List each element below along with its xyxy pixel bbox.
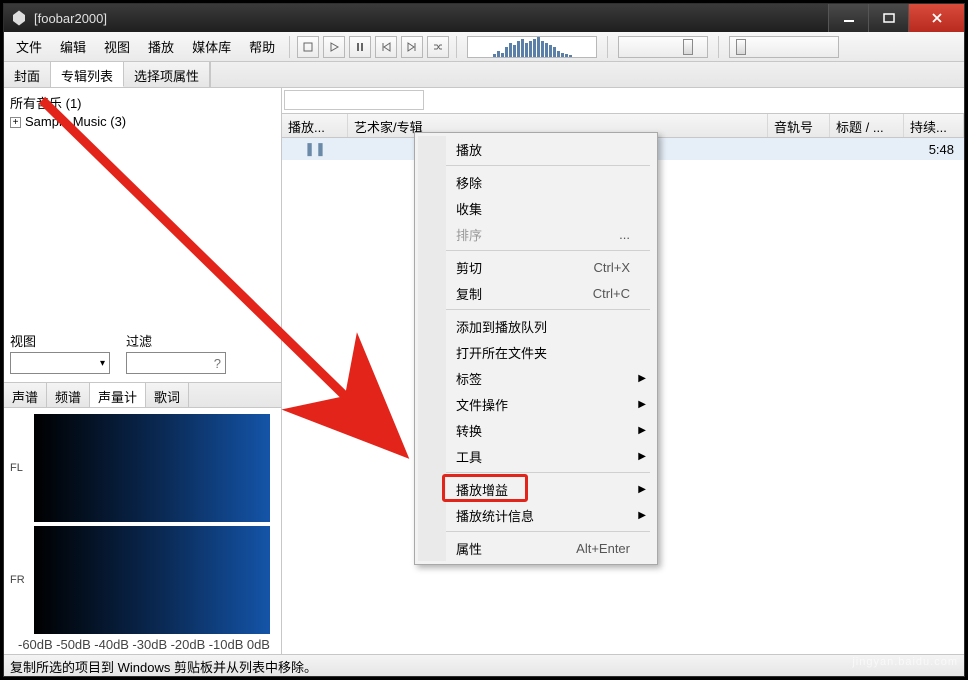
menu-help[interactable]: 帮助	[241, 33, 283, 60]
ctx-移除[interactable]: 移除	[446, 169, 654, 195]
playlist-search-row	[282, 88, 964, 114]
ctx-标签[interactable]: 标签▶	[446, 365, 654, 391]
menu-playback[interactable]: 播放	[140, 33, 182, 60]
filter-input[interactable]	[126, 352, 226, 374]
ctx-播放[interactable]: 播放	[446, 136, 654, 162]
menubar: 文件 编辑 视图 播放 媒体库 帮助	[4, 32, 964, 62]
ctx-属性[interactable]: 属性Alt+Enter	[446, 535, 654, 561]
volume-slider[interactable]	[729, 36, 839, 58]
tab-album-list[interactable]: 专辑列表	[51, 62, 124, 87]
col-duration[interactable]: 持续...	[904, 114, 964, 137]
ltab-vumeter[interactable]: 声量计	[90, 383, 146, 407]
ctx-添加到播放队列[interactable]: 添加到播放队列	[446, 313, 654, 339]
watermark: Baidu 经验 jingyan.baidu.com	[852, 637, 958, 668]
row-duration: 5:48	[904, 139, 964, 160]
context-menu: 播放移除收集排序... 剪切Ctrl+X复制Ctrl+C 添加到播放队列打开所在文件…	[414, 132, 658, 565]
play-button[interactable]	[323, 36, 345, 58]
ctx-工具[interactable]: 工具▶	[446, 443, 654, 469]
vu-fl-meter	[34, 414, 270, 522]
prev-button[interactable]	[375, 36, 397, 58]
menu-view[interactable]: 视图	[96, 33, 138, 60]
col-track[interactable]: 音轨号	[768, 114, 830, 137]
view-combo[interactable]: ▾	[10, 352, 110, 374]
tab-cover[interactable]: 封面	[4, 62, 51, 87]
window-buttons	[828, 4, 964, 32]
filter-label: 过滤	[126, 331, 226, 350]
ctx-文件操作[interactable]: 文件操作▶	[446, 391, 654, 417]
ctx-转换[interactable]: 转换▶	[446, 417, 654, 443]
menu-library[interactable]: 媒体库	[184, 33, 239, 60]
vu-fl-label: FL	[10, 462, 23, 474]
menu-file[interactable]: 文件	[8, 33, 50, 60]
menu-edit[interactable]: 编辑	[52, 33, 94, 60]
statusbar: 复制所选的项目到 Windows 剪贴板并从列表中移除。	[4, 654, 964, 676]
ltab-spectrogram[interactable]: 声谱	[4, 383, 47, 407]
ctx-剪切[interactable]: 剪切Ctrl+X	[446, 254, 654, 280]
ctx-播放增益[interactable]: 播放增益▶	[446, 476, 654, 502]
view-filter-row: 视图 ▾ 过滤	[4, 327, 281, 382]
pause-icon: ❚❚	[304, 141, 326, 157]
ctx-打开所在文件夹[interactable]: 打开所在文件夹	[446, 339, 654, 365]
view-label: 视图	[10, 331, 110, 350]
ctx-播放统计信息[interactable]: 播放统计信息▶	[446, 502, 654, 528]
vu-fr-meter	[34, 526, 270, 634]
playlist-search-input[interactable]	[284, 90, 424, 110]
top-tabs: 封面 专辑列表 选择项属性	[4, 62, 964, 88]
col-title[interactable]: 标题 / ...	[830, 114, 904, 137]
expand-icon[interactable]: +	[10, 117, 21, 128]
minimize-button[interactable]	[828, 4, 868, 32]
tab-properties[interactable]: 选择项属性	[124, 62, 210, 87]
ctx-排序: 排序...	[446, 221, 654, 247]
chevron-down-icon: ▾	[100, 358, 105, 369]
db-scale: -60dB -50dB -40dB -30dB -20dB -10dB 0dB	[18, 637, 270, 652]
window-title: [foobar2000]	[34, 11, 828, 26]
col-play[interactable]: 播放...	[282, 114, 348, 137]
left-pane: 所有音乐 (1) +Sample Music (3) 视图 ▾ 过滤 声谱 频谱…	[4, 88, 282, 654]
ctx-复制[interactable]: 复制Ctrl+C	[446, 280, 654, 306]
submenu-arrow-icon: ▶	[638, 510, 646, 521]
close-button[interactable]	[908, 4, 964, 32]
submenu-arrow-icon: ▶	[638, 373, 646, 384]
visualizer[interactable]	[467, 36, 597, 58]
stop-button[interactable]	[297, 36, 319, 58]
seek-slider[interactable]	[618, 36, 708, 58]
titlebar: [foobar2000]	[4, 4, 964, 32]
submenu-arrow-icon: ▶	[638, 425, 646, 436]
random-button[interactable]	[427, 36, 449, 58]
pause-button[interactable]	[349, 36, 371, 58]
submenu-arrow-icon: ▶	[638, 484, 646, 495]
tree-child[interactable]: +Sample Music (3)	[10, 113, 275, 130]
ctx-收集[interactable]: 收集	[446, 195, 654, 221]
next-button[interactable]	[401, 36, 423, 58]
ltab-lyrics[interactable]: 歌词	[146, 383, 189, 407]
left-tabs: 声谱 频谱 声量计 歌词	[4, 382, 281, 408]
tree-root[interactable]: 所有音乐 (1)	[10, 92, 275, 113]
vu-panel: FL FR -60dB -50dB -40dB -30dB -20dB -10d…	[4, 408, 281, 654]
vu-fr-label: FR	[10, 574, 25, 586]
maximize-button[interactable]	[868, 4, 908, 32]
app-icon	[10, 9, 28, 27]
ltab-spectrum[interactable]: 频谱	[47, 383, 90, 407]
library-tree[interactable]: 所有音乐 (1) +Sample Music (3)	[4, 88, 281, 327]
submenu-arrow-icon: ▶	[638, 399, 646, 410]
submenu-arrow-icon: ▶	[638, 451, 646, 462]
